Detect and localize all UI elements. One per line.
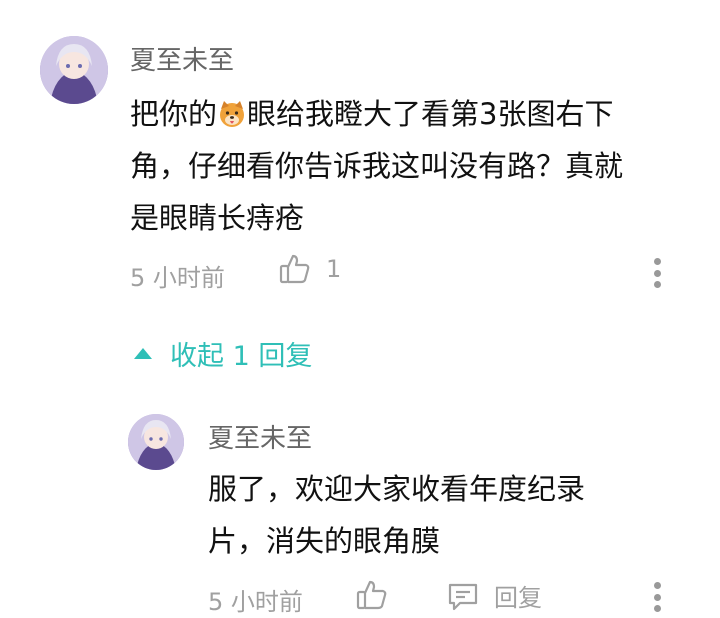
reply-text: 服了，欢迎大家收看年度纪录 片，消失的眼角膜 (208, 472, 586, 558)
comment-more-button[interactable] (652, 258, 662, 288)
like-count: 1 (326, 255, 342, 283)
more-dot-icon (653, 258, 661, 265)
more-dot-icon (653, 269, 661, 277)
triangle-up-icon (134, 348, 152, 359)
more-dot-icon (653, 605, 661, 612)
collapse-replies-button[interactable]: 收起 1 回复 (134, 334, 312, 373)
avatar[interactable] (40, 36, 108, 104)
reply-avatar[interactable] (128, 414, 184, 470)
comment-bubble-icon (446, 579, 480, 613)
reply-timestamp: 5 小时前 (208, 588, 303, 616)
comment-text-part1: 把你的 (130, 97, 218, 131)
thumbs-up-icon (278, 252, 312, 286)
reply-body: 服了，欢迎大家收看年度纪录 片，消失的眼角膜 (208, 463, 688, 567)
reply-button-label: 回复 (494, 584, 542, 612)
reply-username[interactable]: 夏至未至 (208, 418, 312, 455)
comment-body: 把你的 眼给我瞪大了看第3张图右下 角，仔细看你告诉我这叫没有路？真就 是眼睛长… (130, 88, 690, 244)
more-dot-icon (653, 593, 661, 601)
like-button[interactable]: 1 (278, 252, 341, 286)
comment-timestamp: 5 小时前 (130, 264, 225, 292)
reply-button[interactable]: 回复 (446, 578, 542, 613)
reply-like-button[interactable] (355, 578, 389, 616)
thumbs-up-icon (355, 578, 389, 612)
more-dot-icon (653, 582, 661, 589)
comment-username[interactable]: 夏至未至 (130, 40, 234, 77)
reply-more-button[interactable] (652, 582, 662, 612)
collapse-replies-label: 收起 1 回复 (170, 341, 313, 372)
avatar-image (40, 36, 108, 104)
more-dot-icon (653, 281, 661, 288)
avatar-image (128, 414, 184, 470)
dog-face-emoji-icon (217, 93, 247, 127)
